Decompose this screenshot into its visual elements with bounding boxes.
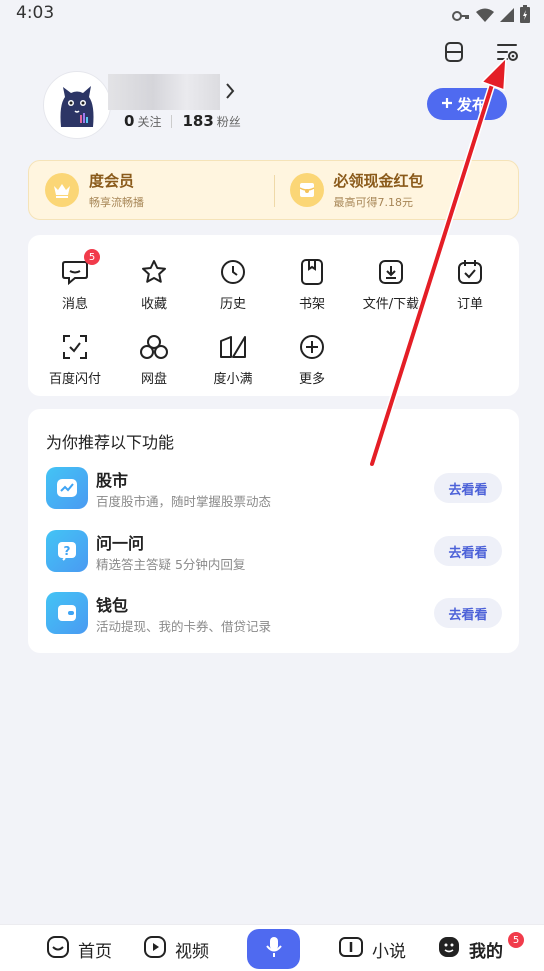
home-icon [46, 935, 70, 964]
grid-item-baidu-pay[interactable]: 百度闪付 [35, 332, 115, 396]
cash-red-packet[interactable]: 必领现金红包 最高可得7.18元 [273, 161, 519, 219]
settings-icon[interactable] [494, 38, 522, 66]
grid-item-duxiaoman[interactable]: 度小满 [193, 332, 273, 396]
grid-item-history[interactable]: 历史 [193, 257, 273, 321]
grid-item-label: 消息 [61, 297, 88, 312]
bookmark-icon [297, 257, 327, 287]
status-time: 4:03 [16, 3, 55, 23]
top-actions [440, 38, 522, 66]
scan-pay-icon [60, 332, 90, 362]
tab-video-label: 视频 [175, 942, 209, 962]
go-see-button[interactable]: 去看看 [434, 598, 502, 628]
grid-item-favorites[interactable]: 收藏 [114, 257, 194, 321]
signal-icon [500, 7, 514, 26]
voice-search-button[interactable] [247, 929, 300, 969]
vip-subtitle: 畅享流畅播 [89, 196, 144, 209]
tab-novel-label: 小说 [372, 942, 406, 962]
followers-count[interactable]: 183 [182, 112, 213, 130]
grid-item-label: 收藏 [140, 297, 167, 312]
red-packet-subtitle: 最高可得7.18元 [333, 196, 414, 209]
stock-icon [46, 467, 88, 509]
recommend-item-title: 股市 [96, 471, 129, 490]
recommend-item-subtitle: 百度股市通，随时掌握股票动态 [96, 494, 272, 509]
recommend-item-subtitle: 精选答主答疑 5分钟内回复 [96, 557, 246, 572]
plus-icon [441, 96, 453, 113]
following-label[interactable]: 关注 [137, 113, 161, 130]
go-see-button[interactable]: 去看看 [434, 473, 502, 503]
following-count[interactable]: 0 [124, 112, 134, 130]
grid-item-bookshelf[interactable]: 书架 [272, 257, 352, 321]
go-see-button[interactable]: 去看看 [434, 536, 502, 566]
grid-item-messages[interactable]: 5 消息 [35, 249, 115, 321]
video-icon [143, 935, 167, 964]
username-blurred[interactable] [108, 74, 220, 110]
followers-label[interactable]: 粉丝 [217, 113, 241, 130]
grid-item-more[interactable]: 更多 [272, 332, 352, 396]
recommend-item-wallet[interactable]: 钱包 活动提现、我的卡券、借贷记录 去看看 [46, 592, 502, 636]
message-badge: 5 [84, 249, 100, 265]
bottom-tab-bar: 首页 视频 小说 我的 5 [0, 924, 544, 971]
tab-home[interactable]: 首页 [46, 935, 112, 964]
cloud-icon [139, 332, 169, 362]
avatar[interactable] [44, 72, 110, 138]
scan-icon[interactable] [440, 38, 468, 66]
grid-item-files-downloads[interactable]: 文件/下载 [351, 257, 431, 321]
tab-mine-label: 我的 [469, 942, 503, 962]
publish-label: 发布 [457, 96, 488, 114]
vip-membership[interactable]: 度会员 畅享流畅播 [29, 161, 274, 219]
grid-item-label: 历史 [219, 297, 246, 312]
svg-text:?: ? [64, 544, 71, 558]
recommend-item-title: 问一问 [96, 534, 145, 553]
grid-item-label: 百度闪付 [48, 372, 101, 387]
order-icon [455, 257, 485, 287]
grid-item-label: 书架 [298, 297, 325, 312]
clock-icon [218, 257, 248, 287]
wallet-icon [46, 592, 88, 634]
grid-item-label: 更多 [298, 372, 325, 387]
publish-button[interactable]: 发布 [427, 88, 507, 120]
recommend-title: 为你推荐以下功能 [46, 433, 175, 452]
grid-item-label: 网盘 [140, 372, 167, 387]
dxm-icon [218, 332, 248, 362]
grid-item-label: 订单 [456, 297, 483, 312]
profile-stats: 0 关注 183 粉丝 [124, 112, 241, 130]
status-icons [452, 5, 530, 27]
tab-mine[interactable]: 我的 [437, 935, 503, 964]
grid-item-label: 度小满 [213, 372, 253, 387]
tab-home-label: 首页 [78, 942, 112, 962]
red-packet-icon [289, 173, 324, 207]
recommend-item-ask[interactable]: ? 问一问 精选答主答疑 5分钟内回复 去看看 [46, 530, 502, 574]
recommend-item-stock[interactable]: 股市 百度股市通，随时掌握股票动态 去看看 [46, 467, 502, 511]
tab-novel[interactable]: 小说 [338, 935, 406, 964]
recommend-card: 为你推荐以下功能 股市 百度股市通，随时掌握股票动态 去看看 ? 问一问 精选答… [28, 409, 519, 653]
grid-item-orders[interactable]: 订单 [430, 257, 510, 321]
vip-banner: 度会员 畅享流畅播 必领现金红包 最高可得7.18元 [28, 160, 519, 220]
plus-circle-icon [297, 332, 327, 362]
message-icon: 5 [60, 249, 100, 287]
wifi-icon [476, 7, 494, 26]
red-packet-title: 必领现金红包 [333, 172, 424, 190]
novel-icon [338, 935, 364, 964]
crown-icon [45, 173, 79, 207]
microphone-icon [265, 935, 283, 963]
tab-video[interactable]: 视频 [143, 935, 209, 964]
key-icon [452, 7, 470, 26]
recommend-item-subtitle: 活动提现、我的卡券、借贷记录 [96, 619, 272, 634]
question-icon: ? [46, 530, 88, 572]
download-icon [376, 257, 406, 287]
chevron-right-icon[interactable] [224, 82, 236, 104]
vip-title: 度会员 [89, 172, 135, 190]
grid-item-label: 文件/下载 [362, 297, 420, 312]
star-icon [139, 257, 169, 287]
stats-divider [171, 114, 173, 128]
function-grid: 5 消息 收藏 历史 书架 文件/下载 订单 百度闪付 网盘 度小满 更多 [28, 235, 519, 396]
status-bar: 4:03 [0, 0, 544, 28]
profile-header: 0 关注 183 粉丝 发布 [44, 72, 514, 142]
battery-charging-icon [520, 5, 530, 27]
mine-icon [437, 935, 461, 964]
mine-badge: 5 [508, 932, 524, 948]
grid-item-netdisk[interactable]: 网盘 [114, 332, 194, 396]
recommend-item-title: 钱包 [96, 596, 129, 615]
